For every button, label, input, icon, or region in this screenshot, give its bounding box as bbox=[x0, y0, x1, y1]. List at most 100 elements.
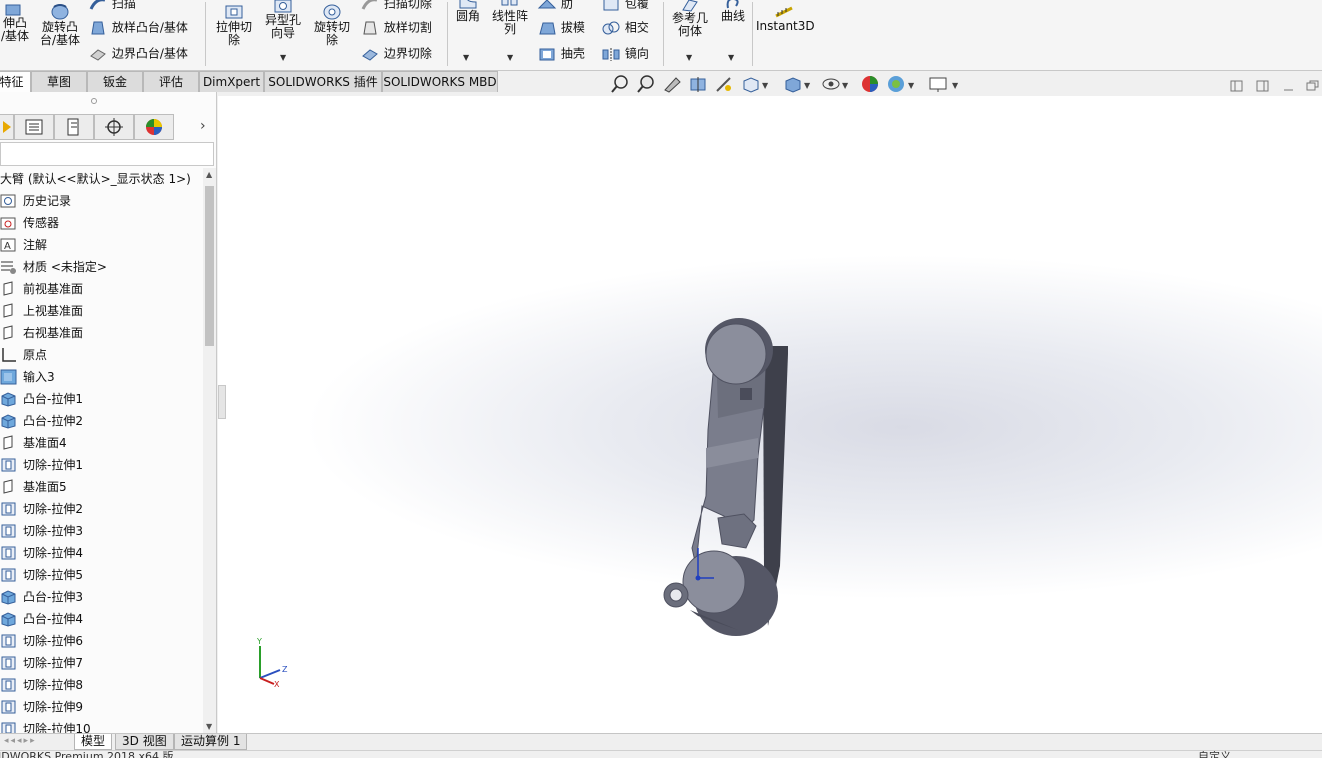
panel-grip-icon[interactable] bbox=[91, 98, 97, 104]
view-settings-icon[interactable]: ▼ bbox=[928, 74, 962, 97]
status-bar: IDWORKS Premium 2018 x64 版 自定义 bbox=[0, 750, 1322, 758]
tab-sheet-metal[interactable]: 钣金 bbox=[87, 71, 143, 92]
section-view-icon[interactable] bbox=[688, 74, 708, 97]
hole-wizard-button[interactable]: 异型孔 向导 bbox=[262, 0, 304, 40]
display-style-icon[interactable]: ▼ bbox=[782, 74, 812, 97]
tree-item[interactable]: 上视基准面 bbox=[0, 300, 203, 322]
tree-item[interactable]: 凸台-拉伸2 bbox=[0, 410, 203, 432]
triad-x-label: X bbox=[274, 680, 280, 689]
restore-icon[interactable] bbox=[1306, 79, 1320, 93]
display-manager-tab[interactable] bbox=[134, 114, 174, 140]
feature-tree-filter-input[interactable] bbox=[0, 142, 214, 166]
panel-tabs-scroll-right-icon[interactable]: › bbox=[200, 118, 206, 134]
swept-cut-button[interactable]: 扫描切除 bbox=[360, 0, 432, 12]
tree-item[interactable]: 凸台-拉伸1 bbox=[0, 388, 203, 410]
linear-pattern-dropdown-icon[interactable]: ▼ bbox=[507, 53, 513, 62]
plane-icon bbox=[0, 325, 18, 341]
wrap-button[interactable]: 包覆 bbox=[601, 0, 649, 12]
intersect-button[interactable]: 相交 bbox=[601, 20, 649, 36]
rib-button[interactable]: 肋 bbox=[537, 0, 573, 12]
minimize-icon[interactable] bbox=[1282, 79, 1296, 93]
view-orientation-icon[interactable]: ▼ bbox=[740, 74, 770, 97]
mirror-button[interactable]: 镜向 bbox=[601, 46, 649, 62]
dynamic-annotation-icon[interactable] bbox=[714, 74, 734, 97]
tree-item-label: 凸台-拉伸3 bbox=[23, 590, 83, 604]
tab-solidworks-addins[interactable]: SOLIDWORKS 插件 bbox=[264, 71, 382, 92]
property-manager-tab[interactable] bbox=[14, 114, 54, 140]
tree-item[interactable]: 切除-拉伸8 bbox=[0, 674, 203, 696]
configuration-manager-tab[interactable] bbox=[54, 114, 94, 140]
feature-manager-tab[interactable] bbox=[0, 114, 14, 140]
scroll-up-icon[interactable]: ▲ bbox=[206, 170, 212, 179]
tree-item[interactable]: 切除-拉伸4 bbox=[0, 542, 203, 564]
tree-item[interactable]: A 注解 bbox=[0, 234, 203, 256]
tree-item[interactable]: 切除-拉伸1 bbox=[0, 454, 203, 476]
boundary-cut-button[interactable]: 边界切除 bbox=[360, 46, 432, 62]
fillet-dropdown-icon[interactable]: ▼ bbox=[463, 53, 469, 62]
zoom-to-area-icon[interactable] bbox=[636, 74, 656, 97]
tree-item[interactable]: 基准面4 bbox=[0, 432, 203, 454]
extrude-boss-button[interactable]: 伸凸 /基体 bbox=[0, 3, 30, 43]
part-model-3d[interactable] bbox=[218, 96, 1322, 733]
panel-collapse-handle[interactable] bbox=[218, 385, 226, 419]
tree-item[interactable]: 切除-拉伸5 bbox=[0, 564, 203, 586]
reference-geometry-dropdown-icon[interactable]: ▼ bbox=[686, 53, 692, 62]
linear-pattern-button[interactable]: 线性阵 列 bbox=[488, 0, 532, 36]
hide-show-items-icon[interactable]: ▼ bbox=[820, 74, 850, 97]
tree-item[interactable]: 切除-拉伸6 bbox=[0, 630, 203, 652]
tree-item[interactable]: 历史记录 bbox=[0, 190, 203, 212]
tree-item[interactable]: 材质 <未指定> bbox=[0, 256, 203, 278]
sweep-button[interactable]: 扫描 bbox=[88, 0, 136, 12]
tree-item[interactable]: 右视基准面 bbox=[0, 322, 203, 344]
curves-button[interactable]: 曲线 bbox=[716, 0, 750, 23]
tree-item[interactable]: 凸台-拉伸4 bbox=[0, 608, 203, 630]
zoom-to-fit-icon[interactable] bbox=[610, 74, 630, 97]
tab-evaluate[interactable]: 评估 bbox=[143, 71, 199, 92]
tree-item[interactable]: 基准面5 bbox=[0, 476, 203, 498]
tab-3d-views[interactable]: 3D 视图 bbox=[115, 734, 174, 750]
loft-boss-button[interactable]: 放样凸台/基体 bbox=[88, 20, 188, 36]
imported-body-icon bbox=[0, 369, 18, 385]
graphics-area[interactable]: Y Z X bbox=[218, 96, 1322, 733]
tab-solidworks-mbd[interactable]: SOLIDWORKS MBD bbox=[382, 71, 498, 92]
feature-tree-scrollbar[interactable]: ▲ ▼ bbox=[203, 168, 216, 733]
boundary-boss-button[interactable]: 边界凸台/基体 bbox=[88, 46, 188, 62]
tree-item[interactable]: 切除-拉伸7 bbox=[0, 652, 203, 674]
tree-item[interactable]: 切除-拉伸10 bbox=[0, 718, 203, 733]
hole-wizard-icon bbox=[274, 0, 292, 13]
tree-root-part[interactable]: 大臂 (默认<<默认>_显示状态 1>) bbox=[0, 168, 203, 190]
scrollbar-thumb[interactable] bbox=[205, 186, 214, 346]
tree-item[interactable]: 输入3 bbox=[0, 366, 203, 388]
tab-features[interactable]: 特征 bbox=[0, 71, 31, 92]
tab-dimxpert[interactable]: DimXpert bbox=[199, 71, 264, 92]
tree-item[interactable]: 传感器 bbox=[0, 212, 203, 234]
tab-motion-study-1[interactable]: 运动算例 1 bbox=[174, 734, 248, 750]
previous-view-icon[interactable] bbox=[662, 74, 682, 97]
tree-item[interactable]: 原点 bbox=[0, 344, 203, 366]
shell-button[interactable]: 抽壳 bbox=[537, 46, 585, 62]
lofted-cut-button[interactable]: 放样切割 bbox=[360, 20, 432, 36]
tab-navigation-arrows-icon[interactable]: ◂◂◂▸▸ bbox=[4, 736, 37, 746]
tree-item[interactable]: 凸台-拉伸3 bbox=[0, 586, 203, 608]
tree-item[interactable]: 前视基准面 bbox=[0, 278, 203, 300]
draft-button[interactable]: 拔模 bbox=[537, 20, 585, 36]
tab-model[interactable]: 模型 bbox=[74, 734, 113, 750]
fillet-button[interactable]: 圆角 bbox=[452, 0, 484, 23]
tile-right-icon[interactable] bbox=[1256, 79, 1270, 93]
apply-scene-icon[interactable]: ▼ bbox=[886, 74, 916, 97]
curves-dropdown-icon[interactable]: ▼ bbox=[728, 53, 734, 62]
revolve-cut-button[interactable]: 旋转切 除 bbox=[311, 3, 353, 47]
tree-item[interactable]: 切除-拉伸3 bbox=[0, 520, 203, 542]
dimxpert-manager-tab[interactable] bbox=[94, 114, 134, 140]
hole-wizard-dropdown-icon[interactable]: ▼ bbox=[280, 53, 286, 62]
tab-sketch[interactable]: 草图 bbox=[31, 71, 87, 92]
reference-geometry-button[interactable]: 参考几 何体 bbox=[668, 0, 712, 38]
tree-item[interactable]: 切除-拉伸2 bbox=[0, 498, 203, 520]
tile-left-icon[interactable] bbox=[1230, 79, 1244, 93]
tree-item[interactable]: 切除-拉伸9 bbox=[0, 696, 203, 718]
instant3d-button[interactable]: Instant3D bbox=[756, 4, 815, 33]
revolve-boss-button[interactable]: 旋转凸 台/基体 bbox=[36, 3, 84, 47]
extrude-cut-button[interactable]: 拉伸切 除 bbox=[214, 3, 254, 47]
edit-appearance-icon[interactable] bbox=[860, 74, 880, 97]
scroll-down-icon[interactable]: ▼ bbox=[206, 722, 212, 731]
